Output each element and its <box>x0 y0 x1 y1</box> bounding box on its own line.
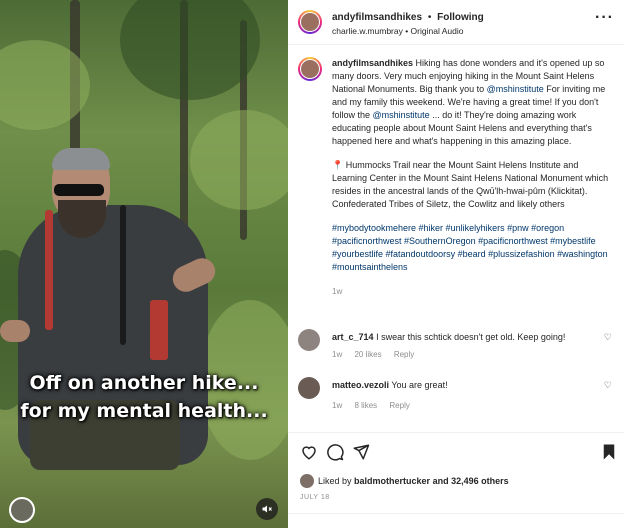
caption-age: 1w <box>332 287 343 296</box>
liker-avatar[interactable] <box>300 474 314 488</box>
mute-icon <box>262 505 272 513</box>
hiker-sunglasses <box>54 184 104 196</box>
heart-icon: ♡ <box>603 332 612 342</box>
separator-dot: • <box>427 12 432 23</box>
comment-like-button[interactable]: ♡ <box>604 332 612 343</box>
tagged-user-avatar[interactable] <box>9 497 35 523</box>
audio-attribution[interactable]: charlie.w.mumbray • Original Audio <box>332 26 463 36</box>
add-comment-area[interactable] <box>288 513 624 530</box>
commenter-username[interactable]: art_c_714 <box>332 332 374 342</box>
more-options-button[interactable]: ··· <box>595 9 614 26</box>
author-username[interactable]: andyfilmsandhikes <box>332 12 422 23</box>
more-icon: ··· <box>595 9 614 26</box>
post-video[interactable]: Off on another hike... for my mental hea… <box>0 0 288 528</box>
comment-meta: 1w 8 likes Reply <box>332 401 420 410</box>
post-date: JULY 18 <box>300 494 330 501</box>
video-caption-line-2: for my mental health... <box>20 400 268 422</box>
liker-username[interactable]: baldmothertucker <box>354 476 430 486</box>
comment-meta: 1w 20 likes Reply <box>332 350 424 359</box>
heart-icon[interactable] <box>300 443 318 461</box>
comment-body: art_c_714 I swear this schtick doesn't g… <box>332 331 602 343</box>
foliage <box>120 0 260 100</box>
post-caption: andyfilmsandhikes Hiking has done wonder… <box>332 57 612 298</box>
video-caption-line-1: Off on another hike... <box>29 372 259 394</box>
author-avatar[interactable] <box>298 10 322 34</box>
share-icon[interactable] <box>352 443 370 461</box>
comment-likes[interactable]: 8 likes <box>354 401 377 410</box>
bookmark-icon[interactable] <box>600 443 618 461</box>
caption-author-avatar[interactable] <box>298 57 322 81</box>
hiker-arm <box>0 320 30 342</box>
heart-icon: ♡ <box>603 380 612 390</box>
comments-scroll-area[interactable]: andyfilmsandhikes Hiking has done wonder… <box>288 45 624 431</box>
following-button[interactable]: Following <box>437 12 484 23</box>
comment-body: matteo.vezoli You are great! <box>332 379 602 391</box>
caption-hashtags[interactable]: #mybodytookmehere #hiker #unlikelyhikers… <box>332 222 612 274</box>
backpack-strap <box>120 205 126 345</box>
header-user-line: andyfilmsandhikes • Following <box>332 12 484 23</box>
post-actions-bar: Liked by baldmothertucker and 32,496 oth… <box>288 432 624 529</box>
reply-button[interactable]: Reply <box>389 401 409 410</box>
mention-link[interactable]: @mshinstitute <box>373 110 430 120</box>
backpack-strap <box>45 210 53 330</box>
comment-age: 1w <box>332 350 343 359</box>
caption-username[interactable]: andyfilmsandhikes <box>332 58 413 68</box>
post-header: andyfilmsandhikes • Following charlie.w.… <box>288 0 624 45</box>
mute-button[interactable] <box>256 498 278 520</box>
likes-count[interactable]: and 32,496 others <box>430 476 509 486</box>
commenter-username[interactable]: matteo.vezoli <box>332 380 389 390</box>
liked-prefix: Liked by <box>318 476 355 486</box>
comment-like-button[interactable]: ♡ <box>604 380 612 391</box>
commenter-avatar[interactable] <box>298 329 320 351</box>
backpack-pack <box>150 300 168 360</box>
post-details-panel: andyfilmsandhikes • Following charlie.w.… <box>288 0 624 529</box>
hiker-cap <box>52 148 110 170</box>
comment-text: I swear this schtick doesn't get old. Ke… <box>376 332 566 342</box>
likes-summary[interactable]: Liked by baldmothertucker and 32,496 oth… <box>318 476 509 486</box>
comment-age: 1w <box>332 401 343 410</box>
mention-link[interactable]: @mshinstitute <box>487 84 544 94</box>
comment-likes[interactable]: 20 likes <box>354 350 381 359</box>
commenter-avatar[interactable] <box>298 377 320 399</box>
comment-text: You are great! <box>391 380 448 390</box>
foliage <box>190 110 288 210</box>
reply-button[interactable]: Reply <box>394 350 414 359</box>
comment-icon[interactable] <box>326 443 344 461</box>
caption-location-text: 📍 Hummocks Trail near the Mount Saint He… <box>332 160 609 209</box>
